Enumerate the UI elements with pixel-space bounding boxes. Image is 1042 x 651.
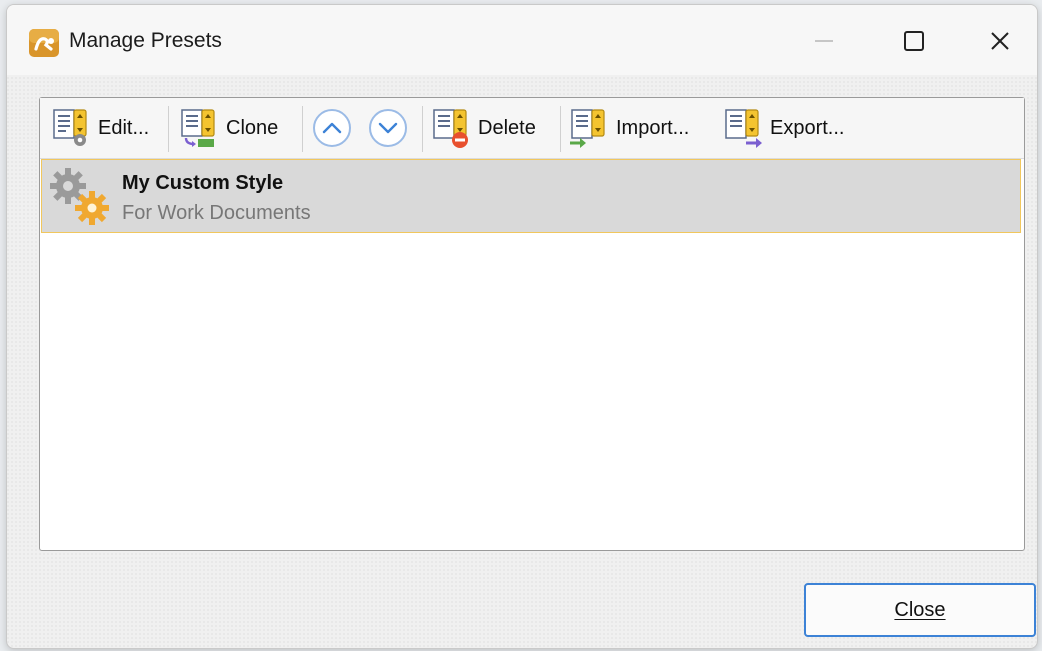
presets-panel: Edit... Clone Delete Import... Export...… — [39, 97, 1025, 551]
move-up-button[interactable] — [312, 108, 352, 148]
presets-toolbar: Edit... Clone Delete Import... Export... — [40, 98, 1024, 159]
toolbar-separator — [302, 106, 303, 152]
edit-label: Edit... — [98, 116, 150, 139]
preset-gears-icon — [50, 168, 109, 225]
toolbar-separator — [422, 106, 423, 152]
toolbar-separator — [560, 106, 561, 152]
maximize-icon — [904, 31, 924, 51]
preset-list-item[interactable]: My Custom Style For Work Documents — [41, 159, 1021, 233]
delete-preset-icon — [433, 109, 468, 148]
edit-preset-icon — [53, 109, 87, 146]
preset-name: My Custom Style — [122, 172, 284, 194]
edit-button[interactable]: Edit... — [50, 104, 149, 152]
close-icon — [991, 32, 1009, 50]
move-down-button[interactable] — [368, 108, 408, 148]
window-title: Manage Presets — [69, 29, 222, 52]
title-bar: Manage Presets — [7, 5, 1037, 75]
clone-preset-icon — [181, 109, 215, 147]
minimize-button[interactable] — [789, 13, 859, 69]
preset-description: For Work Documents — [122, 202, 311, 224]
import-label: Import... — [616, 116, 690, 139]
minimize-icon — [815, 40, 833, 42]
import-preset-icon — [570, 109, 605, 148]
maximize-button[interactable] — [879, 13, 949, 69]
import-button[interactable]: Import... — [568, 104, 689, 152]
manage-presets-dialog: Manage Presets Edit... Clone Delete Impo… — [6, 4, 1038, 649]
export-label: Export... — [770, 116, 845, 139]
clone-label: Clone — [226, 116, 279, 139]
export-preset-icon — [725, 109, 762, 148]
toolbar-separator — [168, 106, 169, 152]
clone-button[interactable]: Clone — [178, 104, 278, 152]
delete-button[interactable]: Delete — [430, 104, 536, 152]
export-button[interactable]: Export... — [722, 104, 844, 152]
close-window-button[interactable] — [965, 13, 1035, 69]
delete-label: Delete — [478, 116, 536, 139]
close-button[interactable]: Close — [804, 583, 1036, 637]
app-logo-icon — [29, 29, 59, 57]
